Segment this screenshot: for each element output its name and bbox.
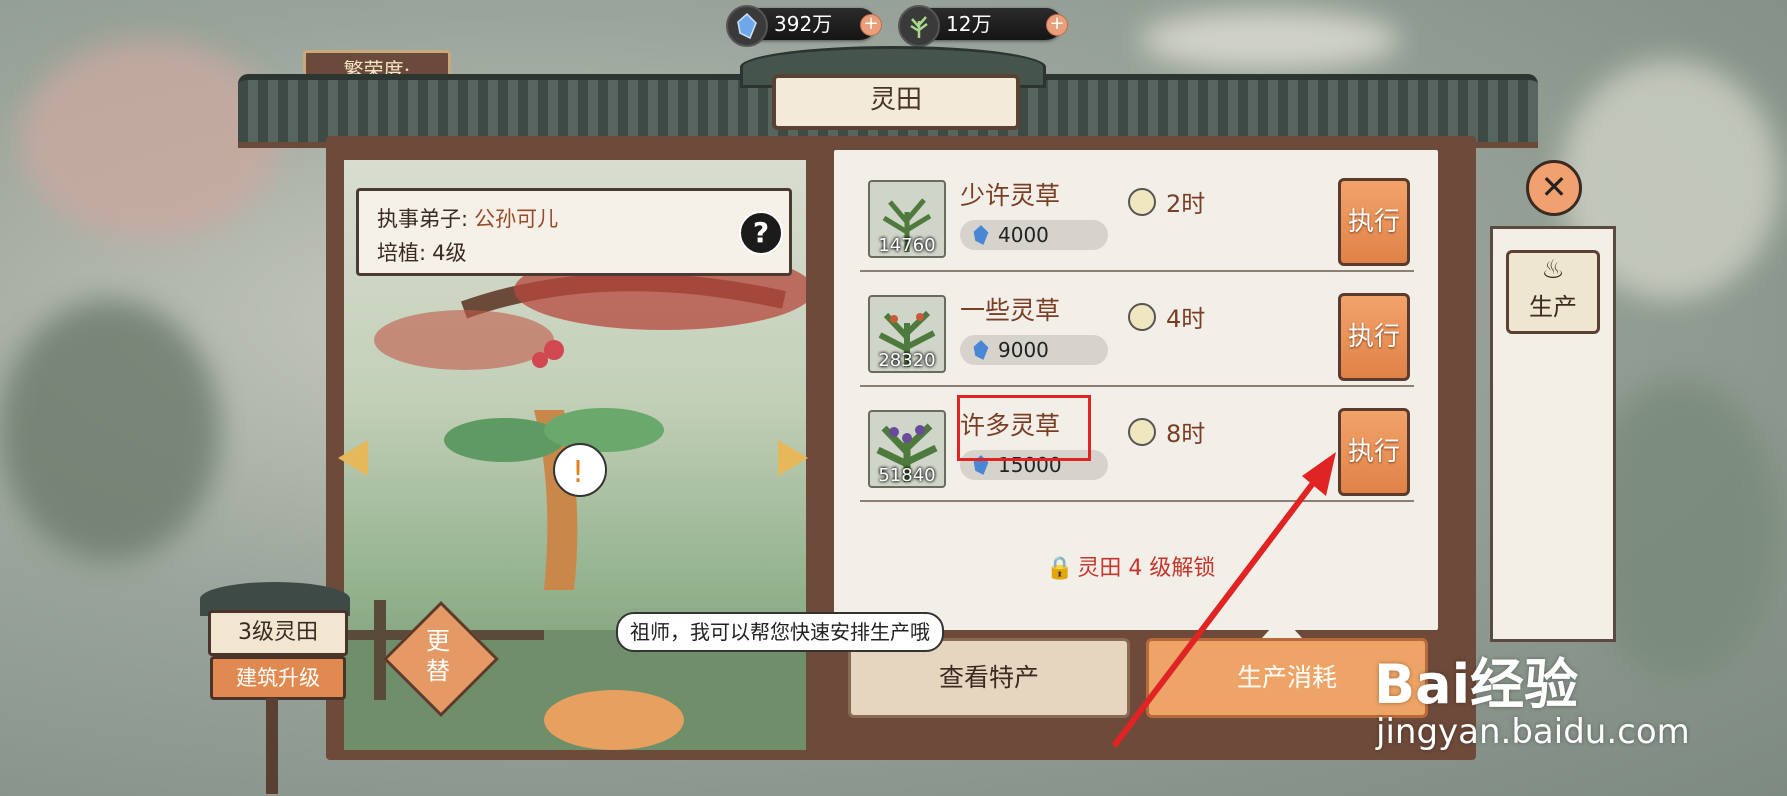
background-scenery (0, 300, 220, 560)
lock-icon: 🔒 (1046, 556, 1074, 581)
recipe-cost: 4000 (960, 220, 1108, 250)
clock-icon (1128, 303, 1156, 331)
recipe-name: 一些灵草 (960, 296, 1061, 325)
spirit-stone-value: 392万 (774, 12, 833, 36)
recipe-row: 14760 少许灵草 4000 2时 执行 (860, 170, 1414, 272)
recipe-cost-value: 9000 (998, 338, 1049, 362)
svg-text:!: ! (572, 455, 584, 490)
recipe-duration: 2时 (1166, 190, 1206, 218)
herb-stock-count: 14760 (878, 235, 936, 256)
annotation-arrow (1111, 452, 1336, 748)
previous-arrow-icon[interactable] (338, 440, 368, 476)
spirit-stone-icon (973, 340, 989, 360)
herb-stock-count: 28320 (878, 350, 936, 371)
close-button[interactable]: ✕ (1526, 160, 1582, 216)
recipe-cost: 9000 (960, 335, 1108, 365)
cultivate-value: 4级 (432, 241, 467, 265)
spirit-stone-icon (726, 5, 768, 47)
execute-button[interactable]: 执行 (1338, 293, 1410, 381)
add-spirit-stone-button[interactable]: + (860, 14, 882, 36)
add-spirit-herb-button[interactable]: + (1046, 14, 1068, 36)
next-arrow-icon[interactable] (778, 440, 808, 476)
spirit-herb-value: 12万 (946, 12, 992, 36)
pot-icon: ♨ (1541, 255, 1565, 285)
recipe-row: 28320 一些灵草 9000 4时 执行 (860, 285, 1414, 387)
upgrade-building-button[interactable]: 建筑升级 (210, 656, 346, 700)
steward-name[interactable]: 公孙可儿 (474, 207, 558, 231)
steward-info-box: 执事弟子: 公孙可儿 培植: 4级 ? (356, 188, 792, 276)
herb-thumbnail: 28320 (868, 295, 946, 373)
produce-label: 生产 (1529, 293, 1577, 321)
highlight-box (957, 395, 1091, 461)
clock-icon (1128, 188, 1156, 216)
watermark-brand: Bai经验 (1374, 653, 1579, 716)
herb-stock-count: 51840 (878, 465, 936, 486)
signpost (266, 698, 278, 794)
execute-button[interactable]: 执行 (1338, 178, 1410, 266)
background-scenery (1140, 10, 1400, 70)
cultivate-line: 培植: 4级 (377, 237, 466, 267)
recipe-name: 少许灵草 (960, 181, 1061, 210)
recipe-cost-value: 4000 (998, 223, 1049, 247)
spirit-herb-icon (898, 5, 940, 47)
panel-title: 灵田 (772, 74, 1020, 130)
steward-label: 执事弟子: (377, 207, 469, 231)
cultivate-label: 培植: (377, 241, 427, 265)
spirit-stone-icon (973, 225, 989, 245)
speech-bubble: 祖师，我可以帮您快速安排生产哦 (616, 612, 944, 652)
herb-thumbnail: 14760 (868, 180, 946, 258)
watermark-url: jingyan.baidu.com (1376, 712, 1690, 752)
help-button[interactable]: ? (739, 211, 783, 255)
spirit-herb-counter: 12万 + (898, 5, 1068, 47)
herb-thumbnail: 51840 (868, 410, 946, 488)
recipe-duration: 4时 (1166, 305, 1206, 333)
building-level: 3级灵田 (208, 610, 348, 656)
spirit-stone-counter: 392万 + (726, 5, 882, 47)
swap-button[interactable]: 更替 (400, 618, 476, 694)
produce-button[interactable]: ♨ 生产 (1506, 250, 1600, 334)
steward-line: 执事弟子: 公孙可儿 (377, 203, 558, 233)
